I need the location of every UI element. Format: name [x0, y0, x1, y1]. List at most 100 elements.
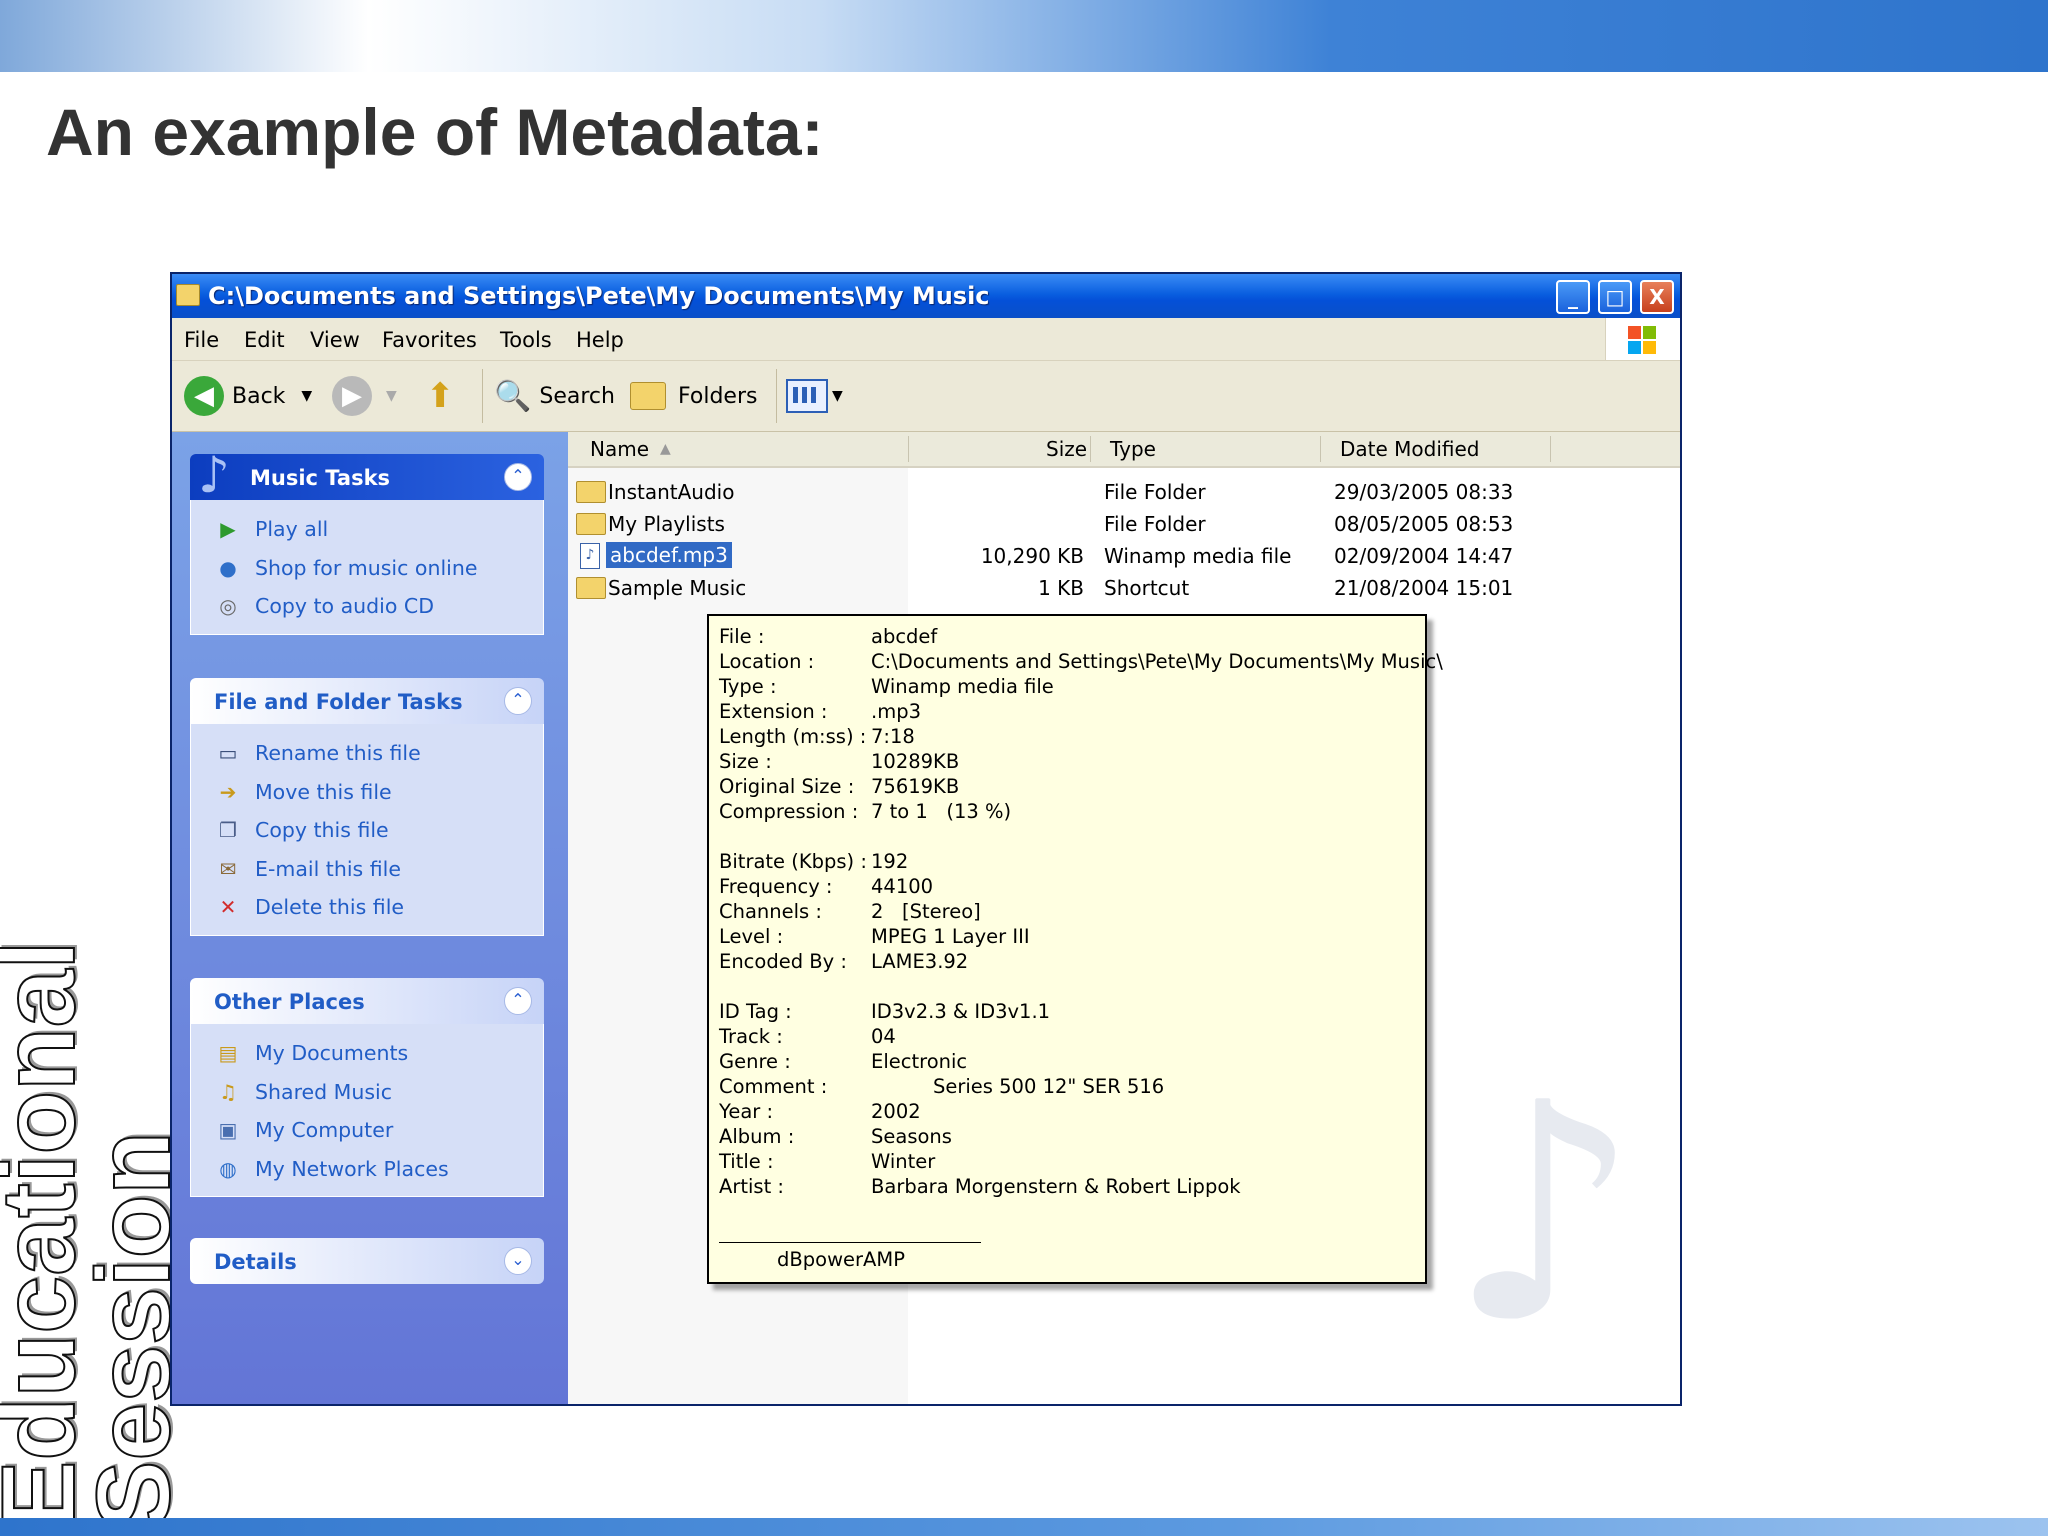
- task-label: Play all: [255, 517, 329, 542]
- file-row-selected[interactable]: ♪ abcdef.mp3 10,290 KB Winamp media file…: [568, 540, 1680, 572]
- task-move[interactable]: ➔ Move this file: [191, 773, 543, 812]
- place-my-network[interactable]: ◍ My Network Places: [191, 1150, 543, 1189]
- title-bar[interactable]: C:\Documents and Settings\Pete\My Docume…: [172, 274, 1680, 318]
- task-copy-audio-cd[interactable]: ◎ Copy to audio CD: [191, 587, 543, 626]
- column-name[interactable]: Name: [590, 437, 649, 461]
- forward-dropdown-icon[interactable]: ▼: [386, 388, 397, 404]
- delete-icon: ✕: [219, 895, 237, 920]
- file-type: File Folder: [1104, 512, 1206, 536]
- up-folder-icon: ⬆: [426, 376, 455, 416]
- search-button[interactable]: 🔍 Search: [494, 361, 615, 431]
- music-note-watermark-icon: ♪: [1448, 1039, 1640, 1388]
- file-size: 10,290 KB: [980, 544, 1084, 568]
- tooltip-divider: [719, 1242, 981, 1243]
- file-folder-tasks-panel: File and Folder Tasks ⌃ ▭ Rename this fi…: [190, 678, 544, 936]
- other-places-header[interactable]: Other Places ⌃: [190, 978, 544, 1024]
- move-icon: ➔: [219, 779, 237, 804]
- email-icon: ✉: [219, 856, 237, 881]
- back-button[interactable]: ◀ Back ▼: [184, 361, 312, 431]
- task-delete[interactable]: ✕ Delete this file: [191, 888, 543, 927]
- file-folder-tasks-header[interactable]: File and Folder Tasks ⌃: [190, 678, 544, 724]
- menu-help[interactable]: Help: [576, 328, 624, 352]
- task-pane: ♪ ♪ Music Tasks ⌃ ▶ Play all ● Shop for …: [172, 432, 568, 1404]
- search-label: Search: [539, 383, 615, 409]
- forward-arrow-icon: ▶: [332, 376, 372, 416]
- column-date-modified[interactable]: Date Modified: [1340, 437, 1480, 461]
- collapse-icon[interactable]: ⌃: [504, 687, 532, 715]
- slide-title: An example of Metadata:: [46, 95, 824, 169]
- back-dropdown-icon[interactable]: ▼: [301, 388, 312, 404]
- column-header-bar: Name ▲ Size Type Date Modified: [568, 432, 1680, 468]
- file-row[interactable]: InstantAudio File Folder 29/03/2005 08:3…: [568, 476, 1680, 508]
- music-tasks-body: ▶ Play all ● Shop for music online ◎ Cop…: [190, 500, 544, 635]
- file-row[interactable]: Sample Music 1 KB Shortcut 21/08/2004 15…: [568, 572, 1680, 604]
- computer-icon: ▣: [218, 1118, 238, 1143]
- place-label: My Network Places: [255, 1156, 449, 1181]
- shared-music-folder-icon: ♫: [219, 1079, 237, 1104]
- music-note-icon: ♪: [198, 446, 230, 504]
- task-label: Copy to audio CD: [255, 594, 435, 619]
- documents-folder-icon: ▤: [218, 1041, 238, 1066]
- task-copy[interactable]: ❐ Copy this file: [191, 811, 543, 850]
- vertical-caption: Educational Session: [0, 930, 193, 1531]
- globe-icon: ●: [219, 555, 237, 580]
- folders-button[interactable]: Folders: [630, 361, 757, 431]
- file-folder-tasks-body: ▭ Rename this file ➔ Move this file ❐ Co…: [190, 724, 544, 936]
- music-tasks-panel: ♪ Music Tasks ⌃ ▶ Play all ● Shop for mu…: [190, 446, 544, 635]
- menu-file[interactable]: File: [184, 328, 219, 352]
- folder-icon: [176, 284, 200, 306]
- collapse-icon[interactable]: ⌃: [504, 463, 532, 491]
- task-shop-music[interactable]: ● Shop for music online: [191, 549, 543, 588]
- minimize-button[interactable]: _: [1556, 280, 1590, 314]
- up-folder-button[interactable]: ⬆: [426, 361, 455, 431]
- file-type: Winamp media file: [1104, 544, 1292, 568]
- back-label: Back: [232, 383, 286, 409]
- expand-icon[interactable]: ⌄: [504, 1247, 532, 1275]
- file-row[interactable]: My Playlists File Folder 08/05/2005 08:5…: [568, 508, 1680, 540]
- toolbar-separator: [482, 369, 483, 423]
- place-my-computer[interactable]: ▣ My Computer: [191, 1111, 543, 1150]
- windows-logo-icon: [1605, 318, 1680, 360]
- menu-favorites[interactable]: Favorites: [382, 328, 477, 352]
- music-tasks-header[interactable]: ♪ Music Tasks ⌃: [190, 446, 544, 504]
- folders-icon: [630, 382, 666, 410]
- task-email[interactable]: ✉ E-mail this file: [191, 850, 543, 889]
- file-name: abcdef.mp3: [606, 542, 732, 568]
- play-icon: ▶: [220, 517, 236, 542]
- menu-tools[interactable]: Tools: [500, 328, 552, 352]
- place-my-documents[interactable]: ▤ My Documents: [191, 1034, 543, 1073]
- close-button[interactable]: X: [1640, 280, 1674, 314]
- place-shared-music[interactable]: ♫ Shared Music: [191, 1073, 543, 1112]
- column-type[interactable]: Type: [1110, 437, 1156, 461]
- file-date: 21/08/2004 15:01: [1334, 576, 1514, 600]
- file-size: 1 KB: [1038, 576, 1084, 600]
- task-rename[interactable]: ▭ Rename this file: [191, 734, 543, 773]
- folder-icon: [576, 481, 606, 503]
- shortcut-folder-icon: [576, 577, 606, 599]
- views-button[interactable]: ▼: [786, 361, 843, 431]
- metadata-tooltip: File : abcdef Location : C:\Documents and …: [707, 614, 1443, 1284]
- views-dropdown-icon[interactable]: ▼: [832, 388, 843, 404]
- other-places-panel: Other Places ⌃ ▤ My Documents ♫ Shared M…: [190, 978, 544, 1197]
- collapse-icon[interactable]: ⌃: [504, 987, 532, 1015]
- file-type: File Folder: [1104, 480, 1206, 504]
- maximize-button[interactable]: □: [1598, 280, 1632, 314]
- window-title: C:\Documents and Settings\Pete\My Docume…: [208, 282, 990, 310]
- file-type: Shortcut: [1104, 576, 1190, 600]
- task-label: E-mail this file: [255, 856, 401, 881]
- search-icon: 🔍: [494, 378, 532, 414]
- column-size[interactable]: Size: [1046, 437, 1087, 461]
- network-icon: ◍: [219, 1156, 237, 1181]
- details-header[interactable]: Details ⌄: [190, 1238, 544, 1284]
- file-date: 08/05/2005 08:53: [1334, 512, 1514, 536]
- file-name: My Playlists: [608, 512, 725, 536]
- back-arrow-icon: ◀: [184, 376, 224, 416]
- details-title: Details: [214, 1250, 297, 1274]
- menu-edit[interactable]: Edit: [244, 328, 285, 352]
- place-label: My Computer: [255, 1118, 394, 1143]
- menu-view[interactable]: View: [310, 328, 360, 352]
- task-play-all[interactable]: ▶ Play all: [191, 510, 543, 549]
- forward-button[interactable]: ▶ ▼: [332, 361, 397, 431]
- task-label: Shop for music online: [255, 555, 478, 580]
- top-banner: [0, 0, 2048, 72]
